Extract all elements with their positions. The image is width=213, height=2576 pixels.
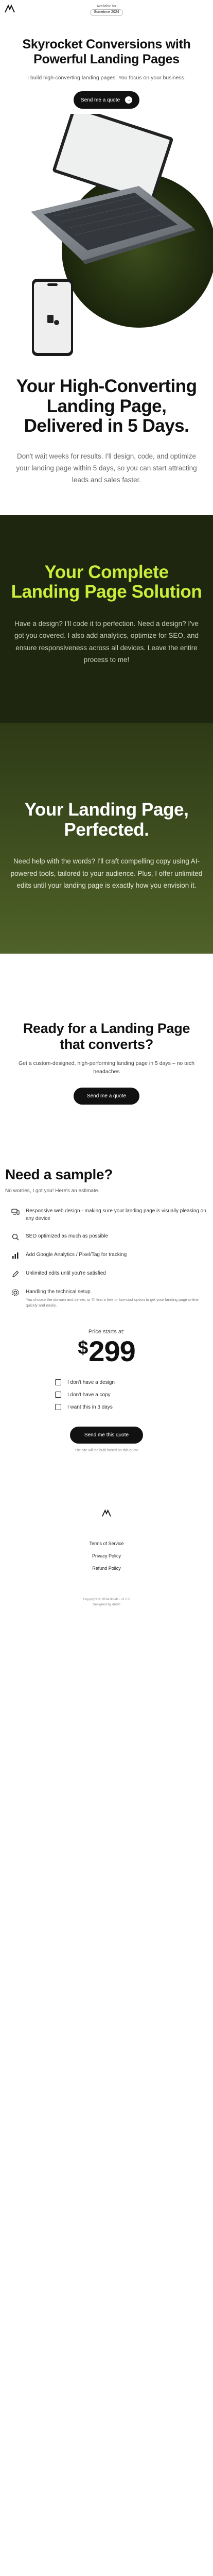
analytics-icon <box>12 1252 19 1259</box>
quote-button-wrap: Send me this quote <box>5 1417 208 1444</box>
feature-title: Add Google Analytics / Pixel/Tag for tra… <box>26 1251 127 1258</box>
price-currency: $ <box>78 1337 88 1359</box>
send-quote-note: The site will be built based on this quo… <box>74 1449 139 1453</box>
cta-body: Get a custom-designed, high-performing l… <box>18 1060 195 1075</box>
hero-quote-label: Send me a quote <box>80 97 120 104</box>
footer-logo[interactable] <box>101 1509 112 1517</box>
cta-quote-button[interactable]: Send me a quote <box>73 1087 140 1105</box>
credit: Designed by dnlab <box>93 1603 120 1607</box>
feature-title: Unlimited edits until you're satisfied <box>26 1270 106 1276</box>
refund-link[interactable]: Refund Policy <box>0 1566 213 1571</box>
option-label: I want this in 3 days <box>67 1404 113 1410</box>
solution-title: Your Complete Landing Page Solution <box>11 562 202 602</box>
perfected-section: Your Landing Page, Perfected. Need help … <box>0 723 213 954</box>
feature-list: Responsive web design - making sure your… <box>5 1207 208 1309</box>
devices-mockup <box>31 106 213 357</box>
feature-item: SEO optimized as much as possible <box>5 1232 208 1241</box>
price-amount: $299 <box>5 1337 208 1366</box>
edit-icon <box>12 1270 19 1277</box>
delivery-body: Don't wait weeks for results. I'll desig… <box>16 452 197 484</box>
feature-item: Unlimited edits until you're satisfied <box>5 1269 208 1278</box>
seo-icon <box>12 1233 19 1241</box>
hero-section: Skyrocket Conversions with Powerful Land… <box>0 37 213 109</box>
solution-section: Your Complete Landing Page Solution Have… <box>0 515 213 723</box>
cta-section: Ready for a Landing Page that converts? … <box>0 954 213 1105</box>
arrow-right-icon: → <box>125 96 133 104</box>
delivery-title: Your High-Converting Landing Page, Deliv… <box>16 376 198 436</box>
copyright: Copyright © 2024 dnlab · v1.0.0 <box>83 1598 130 1602</box>
feature-item: Handling the technical setup You choose … <box>5 1288 208 1309</box>
setup-icon <box>12 1289 19 1296</box>
cta-title: Ready for a Landing Page that converts? <box>23 1020 190 1052</box>
option-label: I don't have a design <box>67 1379 115 1385</box>
price-value: 299 <box>88 1335 135 1368</box>
hero-quote-button[interactable]: Send me a quote → <box>73 91 140 109</box>
availability-date: Sometime 2024 <box>90 9 123 16</box>
terms-link[interactable]: Terms of Service <box>0 1541 213 1546</box>
availability-badge: Available for Sometime 2024 <box>84 5 129 16</box>
checkbox[interactable] <box>55 1379 61 1386</box>
quote-options: I don't have a design I don't have a cop… <box>55 1379 158 1411</box>
sample-title: Need a sample? <box>5 1166 113 1182</box>
option-no-copy[interactable]: I don't have a copy <box>55 1392 158 1398</box>
sample-section: Need a sample? No worries, I got you! He… <box>0 1105 213 1453</box>
hero-title: Skyrocket Conversions with Powerful Land… <box>22 37 191 66</box>
price-block: Price starts at: $299 <box>5 1329 208 1366</box>
feature-title: Responsive web design - making sure your… <box>26 1208 206 1222</box>
checkbox[interactable] <box>55 1404 61 1411</box>
solution-body: Have a design? I'll code it to perfectio… <box>14 619 199 664</box>
header: Available for Sometime 2024 <box>0 0 213 37</box>
option-3-days[interactable]: I want this in 3 days <box>55 1404 158 1411</box>
hero-devices-illustration <box>0 106 213 361</box>
send-quote-button[interactable]: Send me this quote <box>69 1427 144 1444</box>
checkbox[interactable] <box>55 1392 61 1398</box>
footer-links: Terms of Service Privacy Policy Refund P… <box>0 1541 213 1571</box>
option-label: I don't have a copy <box>67 1392 111 1398</box>
perfected-title: Your Landing Page, Perfected. <box>24 800 189 840</box>
hero-subtitle: I build high-converting landing pages. Y… <box>27 74 186 81</box>
feature-item: Add Google Analytics / Pixel/Tag for tra… <box>5 1251 208 1260</box>
feature-description: You choose the domain and server, or I'l… <box>26 1297 199 1308</box>
sample-intro: No worries, I got you! Here's an estimat… <box>5 1188 100 1194</box>
brand-logo[interactable] <box>4 4 15 13</box>
availability-label: Available for <box>96 5 117 8</box>
footer: Terms of Service Privacy Policy Refund P… <box>0 1452 213 1613</box>
responsive-icon <box>11 1208 20 1215</box>
feature-title: Handling the technical setup <box>26 1289 91 1295</box>
feature-item: Responsive web design - making sure your… <box>5 1207 208 1223</box>
option-no-design[interactable]: I don't have a design <box>55 1379 158 1386</box>
privacy-link[interactable]: Privacy Policy <box>0 1553 213 1558</box>
page: Available for Sometime 2024 Skyrocket Co… <box>0 0 213 1613</box>
price-label: Price starts at: <box>88 1329 125 1335</box>
feature-title: SEO optimized as much as possible <box>26 1233 109 1239</box>
delivery-section: Your High-Converting Landing Page, Deliv… <box>0 377 213 486</box>
perfected-body: Need help with the words? I'll craft com… <box>10 857 203 890</box>
